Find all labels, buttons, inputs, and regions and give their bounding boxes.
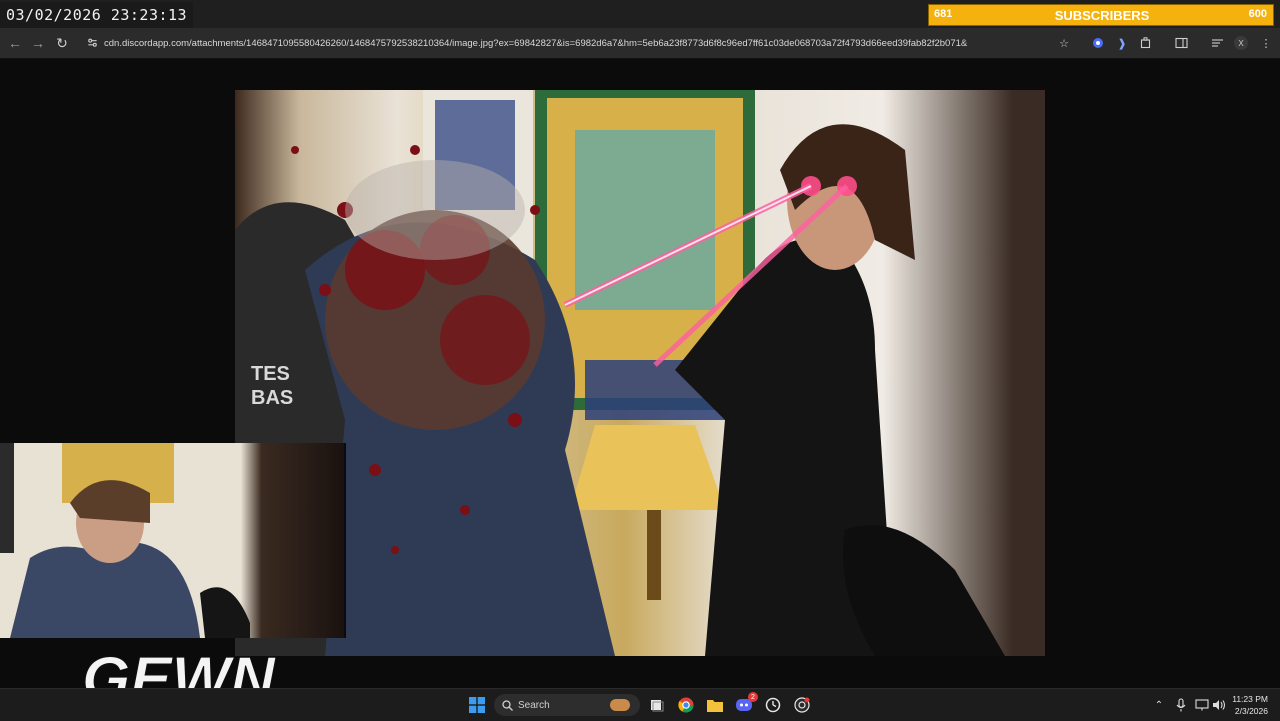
shirt-text-2: BAS (251, 387, 293, 409)
chrome-icon (678, 697, 694, 713)
profile-button[interactable]: X (1233, 35, 1249, 51)
taskbar-app-explorer[interactable] (706, 696, 724, 714)
bookmark-button[interactable]: ☆ (1056, 35, 1072, 51)
more-vertical-icon: ⋮ (1260, 37, 1272, 50)
tray-clock[interactable]: 11:23 PM 2/3/2026 (1232, 693, 1268, 717)
streamer-webcam (0, 443, 346, 638)
foreground-microphone (843, 525, 1005, 656)
tray-network-button[interactable] (1193, 696, 1211, 714)
tray-overflow-button[interactable]: ⌃ (1150, 696, 1168, 714)
taskbar-app-discord[interactable]: 2 (735, 692, 758, 714)
reading-list-button[interactable] (1209, 35, 1225, 51)
url-text: cdn.discordapp.com/attachments/146847109… (104, 37, 968, 49)
search-label: Search (518, 699, 550, 711)
arrow-right-icon: → (31, 35, 45, 51)
reload-icon: ↻ (56, 34, 68, 51)
windows-taskbar: Search 2 ⌃ 11:23 PM 2/3/2026 (0, 688, 1280, 721)
address-bar[interactable]: cdn.discordapp.com/attachments/146847109… (82, 32, 1082, 54)
discord-badge: 2 (748, 692, 758, 702)
list-icon (1211, 39, 1223, 47)
arrow-left-icon: ← (8, 35, 22, 51)
side-panel-button[interactable] (1173, 35, 1189, 51)
obs-icon (794, 697, 810, 713)
subscriber-target: 600 (1248, 8, 1267, 20)
back-button[interactable]: ← (4, 28, 26, 58)
extension-button[interactable] (1090, 35, 1106, 51)
subscriber-label: SUBSCRIBERS (1054, 8, 1150, 23)
browser-toolbar: ← → ↻ cdn.discordapp.com/attachments/146… (0, 28, 1280, 59)
tray-date: 2/3/2026 (1234, 706, 1268, 716)
lamp-stand (647, 510, 661, 600)
microphone-icon (1176, 698, 1186, 712)
taskbar-app-obs[interactable] (793, 696, 811, 714)
folder-icon (707, 700, 723, 712)
start-button[interactable] (468, 696, 486, 714)
shirt-text-1: TES (251, 363, 290, 385)
extensions-button[interactable] (1138, 35, 1154, 51)
smoke (345, 160, 525, 260)
extension-logo-icon (1093, 38, 1103, 48)
webcam-microphone (200, 587, 250, 638)
tray-mic-button[interactable] (1172, 696, 1190, 714)
webcam-scene (0, 443, 250, 638)
forward-button[interactable]: → (27, 28, 49, 58)
volume-icon (1213, 700, 1226, 710)
menu-button[interactable]: ⋮ (1258, 35, 1274, 51)
puzzle-icon (1140, 37, 1151, 49)
star-icon: ☆ (1059, 37, 1069, 50)
displayed-image: TES BAS (235, 90, 1045, 656)
search-icon (502, 700, 513, 711)
taskbar-app-chrome[interactable] (677, 696, 695, 714)
site-info-icon[interactable] (87, 37, 98, 48)
subscriber-goal-bar: 681 SUBSCRIBERS 600 (928, 4, 1274, 26)
audio-icon: ❱ (1117, 37, 1127, 50)
tray-volume-button[interactable] (1210, 696, 1228, 714)
image-scene: TES BAS (235, 90, 1005, 656)
taskbar-search[interactable]: Search (494, 694, 640, 716)
lamp-shade (570, 425, 725, 510)
reload-button[interactable]: ↻ (51, 28, 73, 58)
side-panel-icon (1174, 37, 1188, 49)
chevron-up-icon: ⌃ (1154, 699, 1164, 711)
taskbar-app-taskview[interactable] (648, 696, 666, 714)
clock-icon (765, 697, 781, 713)
media-button[interactable]: ❱ (1114, 35, 1130, 51)
search-highlight-icon (610, 699, 630, 711)
windows-start-icon (469, 697, 485, 713)
task-view-icon (651, 700, 664, 712)
network-icon (1195, 699, 1209, 711)
profile-avatar: X (1234, 36, 1248, 50)
tray-time: 11:23 PM (1232, 694, 1268, 704)
taskbar-app-clock[interactable] (764, 696, 782, 714)
stream-timestamp: 03/02/2026 23:23:13 (0, 2, 194, 28)
